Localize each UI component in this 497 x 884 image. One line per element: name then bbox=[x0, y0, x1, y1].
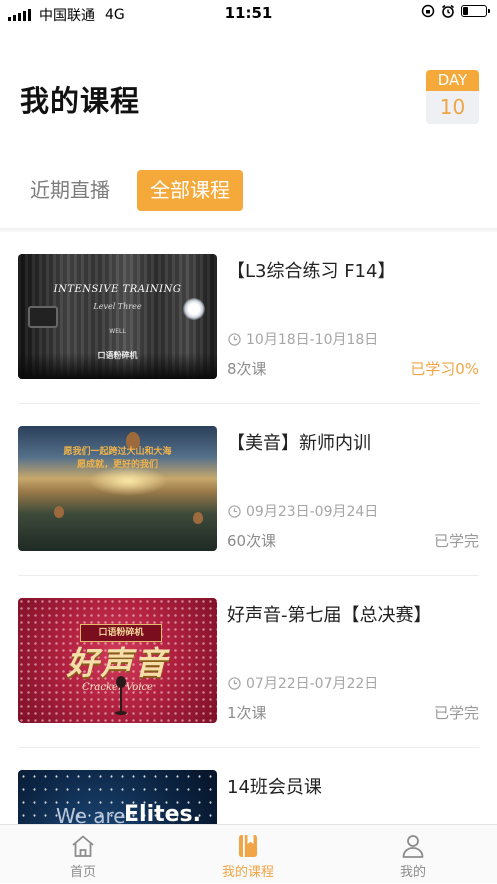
course-progress: 已学习0% bbox=[410, 360, 479, 378]
balloon-icon bbox=[54, 506, 64, 518]
clock-icon bbox=[228, 676, 241, 690]
course-item[interactable]: 愿我们一起跨过大山和大海 愿成就，更好的我们 【美音】新师内训 09月23日-0… bbox=[0, 404, 497, 576]
day-number: 10 bbox=[439, 95, 466, 119]
course-date-row: 09月23日-09月24日 bbox=[228, 501, 378, 521]
course-item[interactable]: INTENSIVE TRAINING Level Three WELL 口语粉碎… bbox=[0, 232, 497, 404]
thumbnail-text: 愿我们一起跨过大山和大海 bbox=[63, 447, 172, 457]
course-title: 【L3综合练习 F14】 bbox=[227, 261, 396, 282]
status-bar: 中国联通 4G 11:51 bbox=[0, 0, 497, 26]
balloon-icon bbox=[193, 512, 203, 524]
thumbnail-text: Elites. bbox=[124, 802, 201, 824]
thumbnail-text: We are bbox=[56, 804, 126, 824]
course-thumbnail: We are Elites. bbox=[18, 770, 217, 824]
thumbnail-text: 愿成就，更好的我们 bbox=[76, 460, 158, 470]
course-thumbnail: INTENSIVE TRAINING Level Three WELL 口语粉碎… bbox=[18, 254, 217, 379]
day-badge[interactable]: DAY 10 bbox=[426, 70, 479, 124]
tab-recent-live[interactable]: 近期直播 bbox=[30, 170, 110, 211]
status-right bbox=[421, 4, 490, 18]
lesson-count: 8次课 bbox=[227, 360, 267, 378]
nav-label: 首页 bbox=[69, 865, 96, 880]
thumbnail-text: Level Three bbox=[93, 302, 142, 311]
course-progress: 已学完 bbox=[433, 704, 479, 722]
tab-all-courses[interactable]: 全部课程 bbox=[137, 170, 243, 211]
course-date-row: 07月22日-07月22日 bbox=[228, 673, 378, 693]
course-date: 10月18日-10月18日 bbox=[246, 332, 379, 348]
course-progress: 已学完 bbox=[433, 532, 479, 550]
nav-mine[interactable]: 我的 bbox=[353, 825, 473, 884]
course-date-row: 10月18日-10月18日 bbox=[228, 329, 378, 349]
course-date: 09月23日-09月24日 bbox=[246, 504, 379, 520]
microphone-icon bbox=[115, 676, 127, 715]
lesson-count: 1次课 bbox=[227, 704, 267, 722]
home-icon bbox=[72, 835, 94, 857]
battery-icon bbox=[461, 5, 490, 17]
person-icon bbox=[402, 835, 424, 858]
bottom-tab-bar: 首页 我的课程 我的 bbox=[0, 824, 497, 883]
course-title: 【美音】新师内训 bbox=[227, 433, 371, 454]
thumbnail-text: INTENSIVE TRAINING bbox=[53, 284, 182, 295]
nav-label: 我的 bbox=[399, 865, 426, 880]
course-date: 07月22日-07月22日 bbox=[246, 676, 379, 692]
nav-my-courses[interactable]: 我的课程 bbox=[188, 825, 308, 884]
clock-icon bbox=[228, 332, 241, 346]
day-label: DAY bbox=[426, 70, 479, 91]
alarm-icon bbox=[442, 4, 454, 18]
clock-icon bbox=[228, 504, 241, 518]
course-item[interactable]: We are Elites. 14班会员课 bbox=[0, 748, 497, 824]
rotation-lock-icon bbox=[421, 4, 435, 18]
lesson-count: 60次课 bbox=[227, 532, 277, 550]
nav-home[interactable]: 首页 bbox=[23, 825, 143, 884]
course-title: 好声音-第七届【总决赛】 bbox=[227, 605, 432, 626]
book-icon bbox=[239, 835, 257, 857]
course-list[interactable]: INTENSIVE TRAINING Level Three WELL 口语粉碎… bbox=[0, 232, 497, 824]
course-item[interactable]: 口语粉碎机 好声音 Cracker Voice 好声音-第七届【总决赛】 07月… bbox=[0, 576, 497, 748]
nav-label: 我的课程 bbox=[221, 865, 274, 880]
course-title: 14班会员课 bbox=[227, 777, 322, 798]
course-thumbnail: 愿我们一起跨过大山和大海 愿成就，更好的我们 bbox=[18, 426, 217, 551]
thumbnail-text: WELL bbox=[109, 328, 126, 335]
course-thumbnail: 口语粉碎机 好声音 Cracker Voice bbox=[18, 598, 217, 723]
page-title: 我的课程 bbox=[20, 84, 141, 118]
